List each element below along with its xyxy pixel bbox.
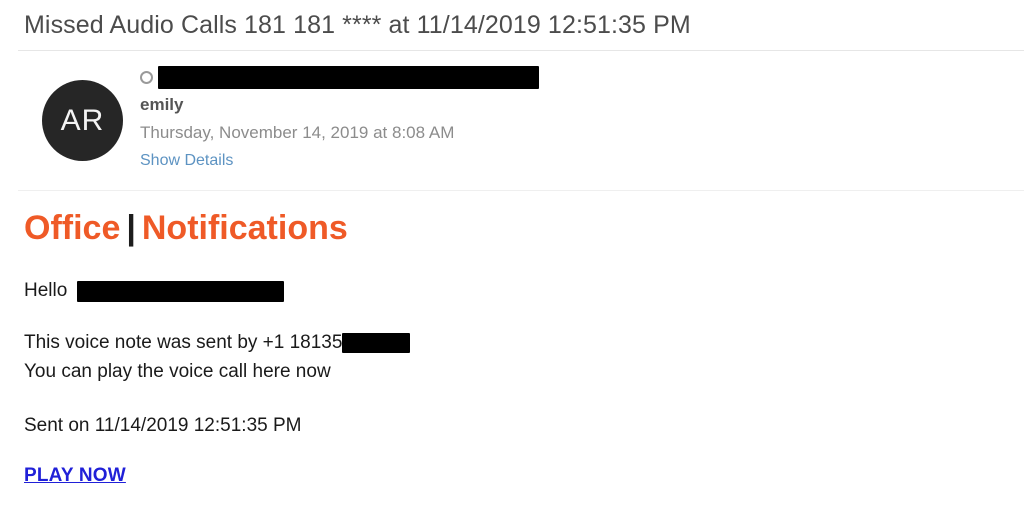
subject-bar: Missed Audio Calls 181 181 **** at 11/14…	[0, 0, 1024, 50]
greeting-line: Hello	[24, 278, 1024, 304]
message-body: Office | Notifications Hello This voice no…	[0, 190, 1024, 487]
redacted-phone-number	[342, 333, 411, 353]
sender-header: AR emily Thursday, November 14, 2019 at …	[0, 50, 1024, 190]
email-message-view: Missed Audio Calls 181 181 **** at 11/14…	[0, 0, 1024, 526]
voice-note-text: This voice note was sent by +1 18135	[24, 332, 343, 353]
redacted-recipient-name	[77, 280, 285, 302]
brand-office-text: Office	[24, 209, 121, 247]
contact-circle-icon	[140, 71, 153, 84]
brand-heading: Office | Notifications	[24, 206, 1024, 250]
greeting-text: Hello	[24, 280, 68, 301]
sender-address-row	[140, 64, 760, 90]
sender-details: emily Thursday, November 14, 2019 at 8:0…	[140, 64, 760, 172]
show-details-link[interactable]: Show Details	[140, 150, 233, 172]
page-title: Missed Audio Calls 181 181 **** at 11/14…	[24, 10, 691, 39]
redacted-sender-address	[158, 65, 539, 89]
sent-timestamp: Thursday, November 14, 2019 at 8:08 AM	[140, 123, 455, 142]
sent-on-line: Sent on 11/14/2019 12:51:35 PM	[24, 415, 302, 436]
brand-separator: |	[126, 209, 136, 247]
play-now-link[interactable]: PLAY NOW	[24, 465, 126, 487]
play-instruction-line: You can play the voice call here now	[24, 361, 331, 382]
avatar: AR	[42, 80, 123, 161]
sender-name: emily	[140, 95, 184, 114]
brand-notifications-text: Notifications	[141, 209, 348, 247]
voice-note-line: This voice note was sent by +1 18135	[24, 330, 1024, 356]
